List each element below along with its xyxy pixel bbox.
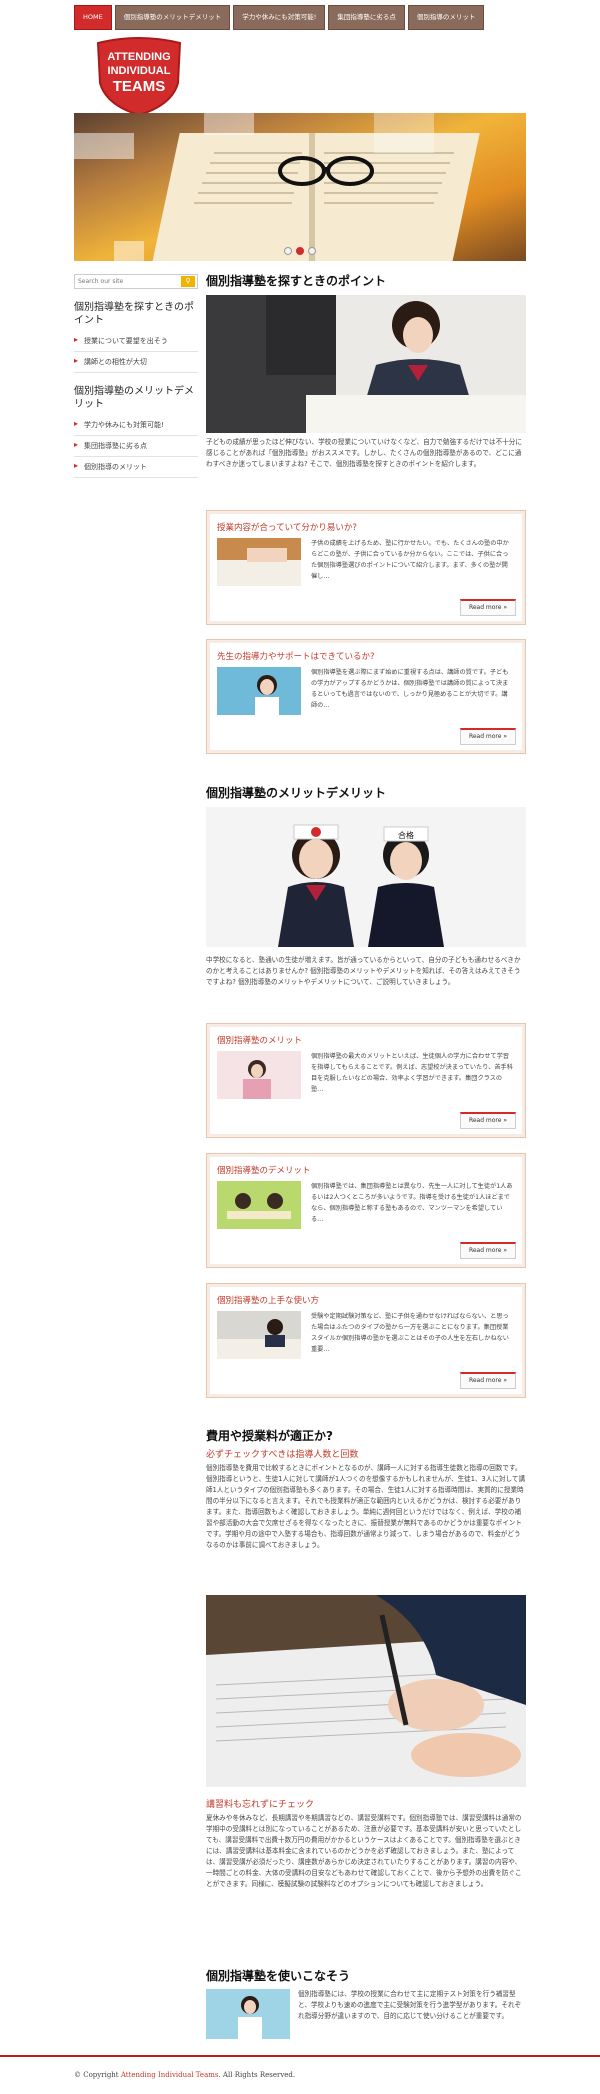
copyright: © Copyright Attending Individual Teams. …	[74, 2071, 600, 2079]
read-more-button[interactable]: Read more »	[460, 599, 516, 616]
article-card: 個別指導塾のメリット 個別指導塾の最大のメリットといえば、生徒個人の学力に合わせ…	[206, 1023, 526, 1138]
slider-dot-active[interactable]	[296, 247, 304, 255]
sidebar-link[interactable]: 学力や休みにも対策可能!	[74, 415, 198, 436]
read-more-button[interactable]: Read more »	[460, 1372, 516, 1389]
search-button[interactable]: ⚲	[181, 276, 195, 287]
read-more-button[interactable]: Read more »	[460, 728, 516, 745]
card-title[interactable]: 個別指導塾のデメリット	[217, 1164, 311, 1176]
card-thumbnail	[217, 1311, 301, 1359]
copyright-prefix: © Copyright	[74, 2071, 121, 2079]
search-box: ⚲	[74, 274, 198, 289]
search-input[interactable]	[75, 276, 181, 287]
footer: © Copyright Attending Individual Teams. …	[0, 2055, 600, 2079]
card-thumbnail	[217, 1181, 301, 1229]
section-body-3b: 夏休みや冬休みなど、長期講習や冬期講習などの、講習受講料です。個別指導塾では、講…	[206, 1814, 522, 1888]
tutoring-photo	[206, 295, 526, 433]
search-icon: ⚲	[185, 277, 191, 285]
section-4-thumbnail	[206, 1989, 290, 2039]
nav-measures[interactable]: 学力や休みにも対策可能!	[233, 5, 326, 30]
students-photo: 合格 合格	[206, 807, 526, 947]
section-title-1: 個別指導塾を探すときのポイント	[206, 274, 387, 288]
site-logo[interactable]: ATTENDING INDIVIDUAL TEAMS	[92, 35, 186, 117]
card-excerpt: 受験や定期試験対策など、塾に子供を通わせなければならない、と思った場合はふたつの…	[311, 1313, 509, 1353]
nav-inferior-points[interactable]: 集団指導塾に劣る点	[328, 5, 405, 30]
card-title[interactable]: 授業内容が合っていて分かり易いか?	[217, 521, 357, 533]
section-subtitle-3: 必ずチェックすべきは指導人数と回数	[206, 1450, 359, 1460]
copyright-suffix: . All Rights Reserved.	[218, 2071, 296, 2079]
slider-dot[interactable]	[308, 247, 316, 255]
nav-merits[interactable]: 個別指導のメリット	[407, 5, 485, 30]
nav-home[interactable]: HOME	[74, 5, 112, 30]
nav-merit-demerit[interactable]: 個別指導塾のメリットデメリット	[114, 5, 231, 30]
logo-line1: ATTENDING	[107, 51, 170, 63]
card-title[interactable]: 個別指導塾のメリット	[217, 1034, 302, 1046]
section-intro-2: 中学校になると、塾通いの生徒が増えます。皆が通っているからといって、自分の子ども…	[206, 956, 521, 986]
sidebar-link[interactable]: 個別指導のメリット	[74, 457, 198, 478]
card-excerpt: 子供の成績を上げるため、塾に行かせたい。でも、たくさんの塾の中からどこの塾が、子…	[311, 540, 509, 580]
section-body-3: 個別指導塾を費用で比較するときにポイントとなるのが、講師一人に対する指導生徒数と…	[206, 1464, 526, 1549]
slider-dot[interactable]	[284, 247, 292, 255]
hero-image	[74, 113, 480, 261]
card-excerpt: 個別指導塾の最大のメリットといえば、生徒個人の学力に合わせて学習を指導してもらえ…	[311, 1053, 513, 1093]
article-card: 個別指導塾の上手な使い方 受験や定期試験対策など、塾に子供を通わせなければならな…	[206, 1283, 526, 1398]
logo-line3: TEAMS	[113, 78, 166, 95]
sidebar: ⚲ 個別指導塾を探すときのポイント 授業について要望を出そう 講師との相性が大切…	[74, 274, 198, 478]
card-title[interactable]: 先生の指導力やサポートはできているか?	[217, 650, 375, 662]
card-thumbnail	[217, 538, 301, 586]
article-card: 授業内容が合っていて分かり易いか? 子供の成績を上げるため、塾に行かせたい。でも…	[206, 510, 526, 625]
sidebar-link[interactable]: 講師との相性が大切	[74, 352, 198, 373]
logo-line2: INDIVIDUAL	[108, 65, 171, 77]
slider-dots	[74, 247, 526, 255]
sidebar-heading-1: 個別指導塾を探すときのポイント	[74, 302, 194, 326]
section-intro-1: 子どもの成績が思ったほど伸びない、学校の授業についていけなくなど、自力で勉強する…	[206, 438, 522, 468]
sidebar-link[interactable]: 集団指導塾に劣る点	[74, 436, 198, 457]
read-more-button[interactable]: Read more »	[460, 1112, 516, 1129]
card-excerpt: 個別指導塾では、集団指導塾とは異なり、先生一人に対して生徒が1人あるいは2人つく…	[311, 1183, 513, 1223]
article-card: 先生の指導力やサポートはできているか? 個別指導塾を選ぶ際にまず始めに重視する点…	[206, 639, 526, 754]
writing-photo	[206, 1595, 526, 1787]
section-body-4: 個別指導塾には、学校の授業に合わせて主に定期テスト対策を行う補習型と、学校よりも…	[298, 1990, 522, 2020]
card-thumbnail	[217, 1051, 301, 1099]
hero-slider[interactable]	[74, 113, 526, 261]
top-nav: HOME 個別指導塾のメリットデメリット 学力や休みにも対策可能! 集団指導塾に…	[74, 5, 485, 30]
article-card: 個別指導塾のデメリット 個別指導塾では、集団指導塾とは異なり、先生一人に対して生…	[206, 1153, 526, 1268]
read-more-button[interactable]: Read more »	[460, 1242, 516, 1259]
section-subtitle-3b: 講習料も忘れずにチェック	[206, 1800, 315, 1810]
footer-brand-link[interactable]: Attending Individual Teams	[121, 2071, 219, 2079]
card-excerpt: 個別指導塾を選ぶ際にまず始めに重視する点は、講師の質です。子どもの学力がアップす…	[311, 669, 509, 709]
card-thumbnail	[217, 667, 301, 715]
headband-text: 合格	[398, 830, 414, 840]
card-title[interactable]: 個別指導塾の上手な使い方	[217, 1294, 319, 1306]
sidebar-heading-2: 個別指導塾のメリットデメリット	[74, 386, 194, 410]
section-title-4: 個別指導塾を使いこなそう	[206, 1969, 351, 1983]
section-title-2: 個別指導塾のメリットデメリット	[206, 786, 387, 800]
section-title-3: 費用や授業料が適正か?	[206, 1429, 333, 1443]
sidebar-link[interactable]: 授業について要望を出そう	[74, 331, 198, 352]
